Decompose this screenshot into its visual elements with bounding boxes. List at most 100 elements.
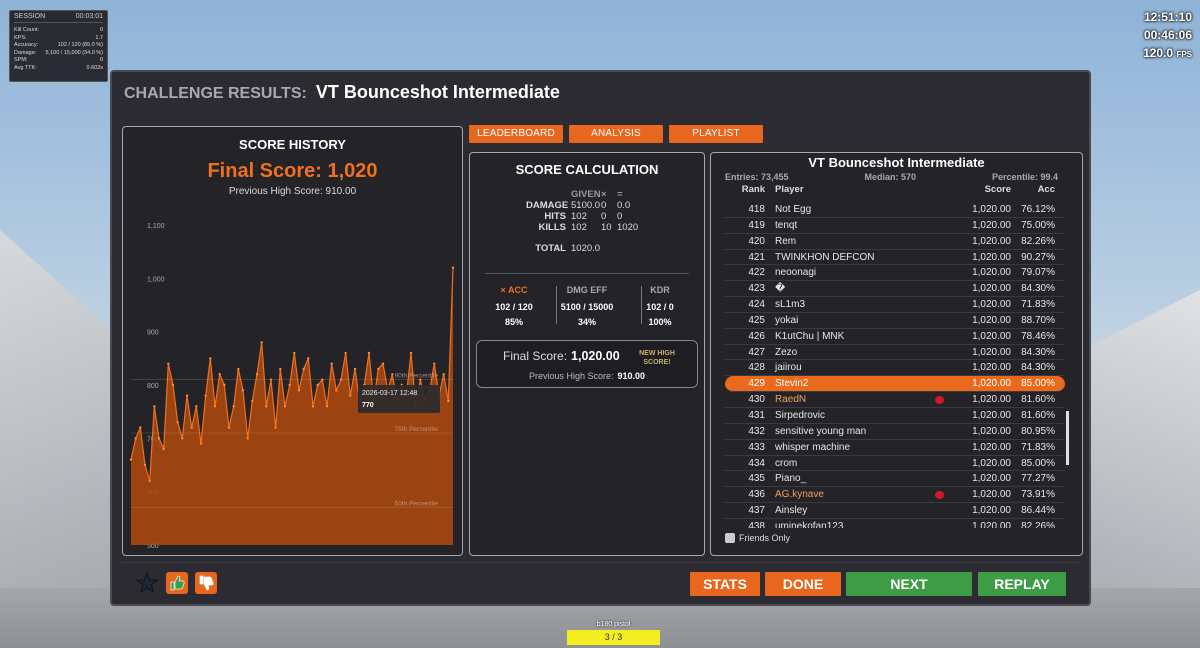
- thumbs-down-icon[interactable]: [195, 572, 217, 594]
- leaderboard-row[interactable]: 426 K1utChu | MNK 1,020.00 78.46%: [725, 329, 1065, 345]
- leaderboard-row[interactable]: 418 Not Egg 1,020.00 76.12%: [725, 202, 1065, 218]
- leaderboard-row[interactable]: 438 uminekofan123 1,020.00 82.26%: [725, 519, 1065, 528]
- leaderboard-row[interactable]: 432 sensitive young man 1,020.00 80.95%: [725, 424, 1065, 440]
- score-point[interactable]: [409, 351, 413, 355]
- score-point[interactable]: [265, 405, 268, 408]
- leaderboard-score: 1,020.00: [972, 409, 1011, 421]
- leaderboard-row[interactable]: 421 TWINKHON DEFCON 1,020.00 90.27%: [725, 250, 1065, 266]
- score-point[interactable]: [325, 405, 329, 408]
- leaderboard-row[interactable]: 433 whisper machine 1,020.00 71.83%: [725, 440, 1065, 456]
- score-point[interactable]: [218, 373, 221, 376]
- score-point[interactable]: [316, 383, 319, 387]
- score-point[interactable]: [167, 362, 170, 365]
- score-point[interactable]: [377, 367, 380, 371]
- leaderboard-row[interactable]: 422 neoonagi 1,020.00 79.07%: [725, 265, 1065, 282]
- leaderboard-row[interactable]: 424 sL1m3 1,020.00 71.83%: [725, 297, 1065, 313]
- replay-button[interactable]: REPLAY: [978, 572, 1066, 596]
- score-point[interactable]: [227, 426, 231, 429]
- score-point[interactable]: [143, 463, 147, 467]
- score-point[interactable]: [297, 389, 301, 392]
- score-point[interactable]: [157, 437, 161, 440]
- score-point[interactable]: [246, 437, 249, 440]
- leaderboard-row[interactable]: 436 AG.kynave 1,020.00 73.91%: [725, 487, 1065, 504]
- done-button[interactable]: DONE: [765, 572, 841, 596]
- score-point[interactable]: [171, 383, 175, 387]
- score-point[interactable]: [213, 405, 217, 408]
- score-point[interactable]: [148, 479, 151, 483]
- score-point[interactable]: [381, 362, 385, 365]
- next-button[interactable]: NEXT: [846, 572, 972, 596]
- leaderboard-row[interactable]: 435 Piano_ 1,020.00 77.27%: [725, 471, 1065, 488]
- score-point[interactable]: [330, 362, 333, 365]
- score-point[interactable]: [181, 437, 184, 440]
- score-point[interactable]: [302, 367, 305, 371]
- entries-count: Entries: 73,455: [725, 172, 789, 182]
- friends-only-checkbox[interactable]: [725, 533, 735, 543]
- score-point[interactable]: [204, 394, 207, 397]
- score-point[interactable]: [139, 426, 142, 429]
- tab-playlist[interactable]: PLAYLIST: [669, 125, 763, 143]
- score-point[interactable]: [134, 437, 137, 440]
- score-point[interactable]: [447, 399, 450, 403]
- tab-analysis[interactable]: ANALYSIS: [569, 125, 663, 143]
- score-point[interactable]: [190, 426, 193, 429]
- thumbs-up-icon[interactable]: [166, 572, 188, 594]
- score-point[interactable]: [451, 266, 455, 269]
- score-point[interactable]: [255, 373, 259, 376]
- score-point[interactable]: [153, 405, 156, 408]
- score-point[interactable]: [293, 351, 296, 355]
- score-point[interactable]: [129, 458, 133, 461]
- score-point[interactable]: [251, 399, 254, 403]
- leaderboard-player: Piano_: [775, 473, 807, 485]
- score-point[interactable]: [176, 421, 179, 424]
- score-point[interactable]: [209, 357, 212, 360]
- leaderboard-list[interactable]: 418 Not Egg 1,020.00 76.12% 419 tenqt 1,020.00…: [725, 202, 1065, 528]
- score-column-header[interactable]: Score: [951, 184, 1011, 195]
- leaderboard-row[interactable]: 427 Zezo 1,020.00 84.30%: [725, 345, 1065, 361]
- score-point[interactable]: [391, 373, 394, 376]
- score-point[interactable]: [232, 405, 235, 408]
- leaderboard-row[interactable]: 419 tenqt 1,020.00 75.00%: [725, 218, 1065, 234]
- score-point[interactable]: [241, 389, 245, 392]
- acc-column-header[interactable]: Acc: [1015, 184, 1055, 195]
- score-point[interactable]: [283, 405, 287, 408]
- score-point[interactable]: [260, 341, 263, 344]
- score-point[interactable]: [185, 394, 189, 397]
- leaderboard-row[interactable]: 430 RaedN 1,020.00 81.60%: [725, 392, 1065, 408]
- score-point[interactable]: [199, 442, 203, 445]
- leaderboard-row[interactable]: 434 crom 1,020.00 85.00%: [725, 456, 1065, 472]
- score-point[interactable]: [433, 362, 436, 365]
- leaderboard-row[interactable]: 431 Sirpedrovic 1,020.00 81.60%: [725, 408, 1065, 424]
- score-point[interactable]: [162, 447, 165, 451]
- leaderboard-row[interactable]: 425 yokai 1,020.00 88.70%: [725, 313, 1065, 329]
- score-point[interactable]: [353, 367, 357, 371]
- player-column-header[interactable]: Player: [775, 184, 804, 195]
- leaderboard-row[interactable]: 428 jaiirou 1,020.00 84.30%: [725, 360, 1065, 377]
- score-point[interactable]: [344, 351, 347, 355]
- score-point[interactable]: [442, 373, 445, 376]
- leaderboard-row-current-player[interactable]: 429 Stevin2 1,020.00 85.00%: [725, 376, 1065, 393]
- leaderboard-scrollbar[interactable]: [1066, 411, 1069, 465]
- star-icon[interactable]: [135, 571, 159, 594]
- score-point[interactable]: [274, 426, 277, 429]
- score-point[interactable]: [279, 367, 282, 371]
- score-point[interactable]: [195, 405, 198, 408]
- leaderboard-acc: 85.00%: [1021, 378, 1055, 390]
- score-point[interactable]: [288, 383, 291, 387]
- score-point[interactable]: [349, 394, 352, 397]
- score-point[interactable]: [223, 383, 226, 387]
- score-point[interactable]: [335, 389, 338, 392]
- challenge-results-panel: CHALLENGE RESULTS: VT Bounceshot Interme…: [110, 70, 1091, 606]
- rank-column-header[interactable]: Rank: [725, 184, 765, 195]
- leaderboard-row[interactable]: 437 Ainsley 1,020.00 86.44%: [725, 503, 1065, 519]
- friends-only-toggle[interactable]: Friends Only: [725, 533, 790, 543]
- tab-leaderboard[interactable]: LEADERBOARD: [469, 125, 563, 143]
- stats-button[interactable]: STATS: [690, 572, 760, 596]
- leaderboard-row[interactable]: 420 Rem 1,020.00 82.26%: [725, 234, 1065, 250]
- leaderboard-score: 1,020.00: [972, 235, 1011, 247]
- score-point[interactable]: [307, 357, 310, 360]
- leaderboard-row[interactable]: 423 � 1,020.00 84.30%: [725, 281, 1065, 298]
- score-point[interactable]: [237, 367, 240, 371]
- score-point[interactable]: [311, 405, 315, 408]
- score-point[interactable]: [367, 351, 371, 355]
